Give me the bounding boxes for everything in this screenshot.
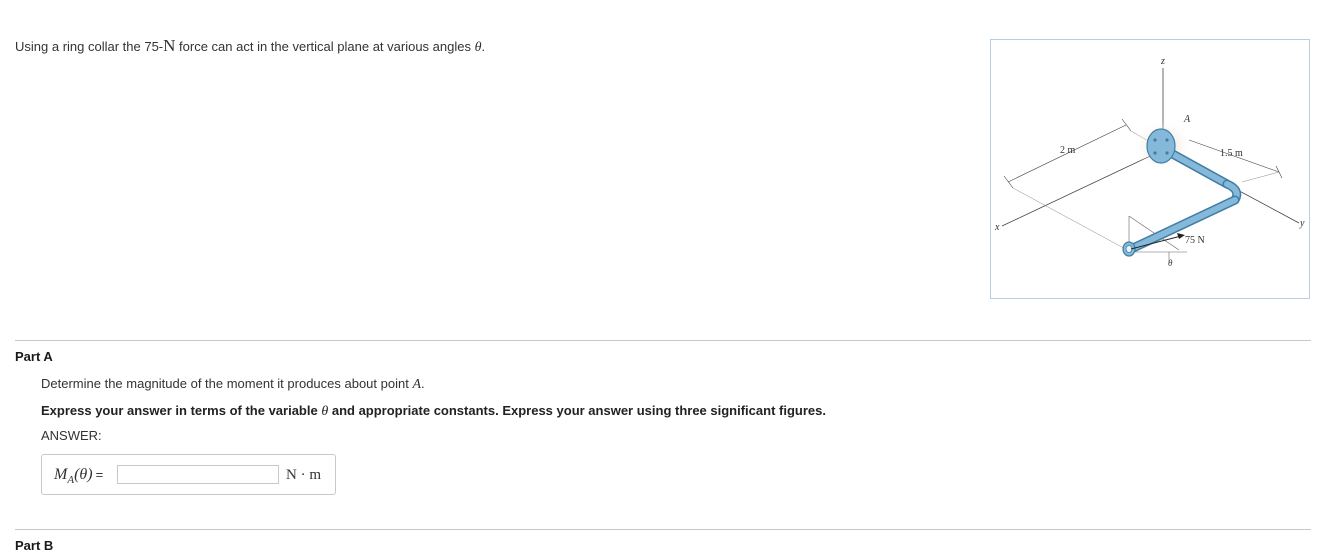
dimension-2m-label: 2 m	[1060, 145, 1076, 156]
z-axis-label: z	[1160, 56, 1165, 67]
answer-unit: N · m	[286, 467, 321, 483]
intro-text-after: force can act in the vertical plane at v…	[175, 39, 475, 54]
dim-2m-ext-left	[1012, 187, 1132, 253]
problem-statement: Using a ring collar the 75-N force can a…	[15, 36, 485, 56]
intro-period: .	[481, 39, 486, 54]
y-axis-label: y	[1299, 218, 1305, 229]
lhs-equals: =	[95, 467, 104, 482]
flange-bolt	[1165, 151, 1169, 155]
part-a-instruction: Express your answer in terms of the vari…	[41, 403, 826, 420]
problem-figure: z x y A 2 m 1.5 m 75 N θ	[990, 39, 1310, 299]
instruction-text-before: Express your answer in terms of the vari…	[41, 403, 322, 418]
part-b-title: Part B	[15, 538, 54, 553]
force-label: 75 N	[1185, 235, 1205, 246]
instruction-text-after: and appropriate constants. Express your …	[328, 403, 826, 418]
lhs-symbol: M	[54, 466, 68, 483]
section-divider	[15, 529, 1311, 530]
dim-2m-tick-left	[1003, 175, 1014, 189]
angle-theta-label: θ	[1168, 258, 1173, 268]
part-a-question: Determine the magnitude of the moment it…	[41, 376, 425, 393]
flange-bolt	[1165, 138, 1169, 142]
intro-unit: N	[163, 36, 176, 55]
question-text-before: Determine the magnitude of the moment it…	[41, 376, 413, 391]
section-divider	[15, 340, 1311, 341]
dimension-15m-label: 1.5 m	[1220, 148, 1243, 159]
answer-label: ANSWER:	[41, 428, 102, 443]
x-axis-label: x	[994, 222, 1000, 233]
answer-box: MA(θ) = N · m	[41, 454, 336, 495]
part-a-title: Part A	[15, 349, 53, 364]
pipe-figure-diagram: z x y A 2 m 1.5 m 75 N θ	[994, 56, 1305, 268]
answer-lhs: MA(θ) =	[54, 466, 103, 486]
flange-a	[1146, 128, 1176, 164]
intro-text-before: Using a ring collar the 75-	[15, 39, 164, 54]
flange-bolt	[1153, 151, 1157, 155]
question-point: A	[412, 377, 422, 392]
dim-2m-tick-right	[1121, 118, 1132, 132]
question-text-after: .	[421, 376, 425, 391]
point-a-label: A	[1183, 114, 1191, 125]
answer-input[interactable]	[117, 465, 279, 484]
flange-bolt	[1153, 138, 1157, 142]
pipe-segment-lower-fill	[1128, 197, 1238, 252]
dim-15m-ext	[1241, 171, 1280, 183]
force-arrowhead	[1177, 233, 1185, 239]
lhs-argument: (θ)	[74, 466, 93, 483]
